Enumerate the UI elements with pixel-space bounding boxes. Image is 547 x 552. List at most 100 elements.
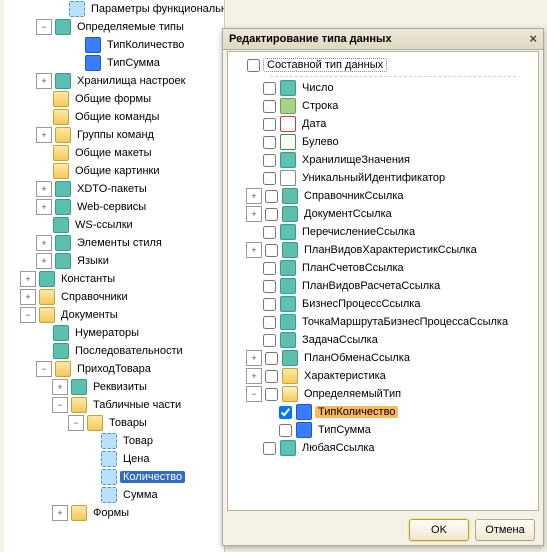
type-checkbox[interactable]	[263, 442, 276, 455]
expand-icon[interactable]: +	[246, 188, 262, 204]
tree-item[interactable]: +XDTO-пакеты	[4, 180, 224, 198]
tree-item[interactable]: +Хранилища настроек	[4, 72, 224, 90]
type-checkbox[interactable]	[263, 334, 276, 347]
type-checkbox[interactable]	[263, 136, 276, 149]
tree-item[interactable]: Параметры функциональных опций	[4, 0, 224, 18]
tree-item[interactable]: −Табличные части	[4, 396, 224, 414]
tree-item[interactable]: −ПриходТовара	[4, 360, 224, 378]
type-checkbox[interactable]	[263, 100, 276, 113]
type-checkbox[interactable]	[265, 244, 278, 257]
tree-item[interactable]: ТипСумма	[4, 54, 224, 72]
type-checkbox[interactable]	[265, 208, 278, 221]
collapse-icon[interactable]: −	[20, 307, 36, 323]
tree-item[interactable]: −Товары	[4, 414, 224, 432]
tree-item[interactable]: Товар	[4, 432, 224, 450]
expander-blank	[262, 423, 276, 437]
type-checkbox[interactable]	[265, 352, 278, 365]
expand-icon[interactable]: +	[246, 368, 262, 384]
tree-item[interactable]: −Документы	[4, 306, 224, 324]
expand-icon[interactable]: +	[36, 253, 52, 269]
expand-icon[interactable]: +	[36, 199, 52, 215]
type-item[interactable]: +Характеристика	[230, 367, 536, 385]
close-icon[interactable]: ×	[529, 29, 537, 49]
type-item[interactable]: +СправочникСсылка	[230, 187, 536, 205]
collapse-icon[interactable]: −	[36, 19, 52, 35]
type-item[interactable]: ЛюбаяСсылка	[230, 439, 536, 457]
expand-icon[interactable]: +	[246, 242, 262, 258]
type-item[interactable]: ТипСумма	[230, 421, 536, 439]
type-item[interactable]: −ОпределяемыйТип	[230, 385, 536, 403]
type-checkbox[interactable]	[263, 316, 276, 329]
composite-type-checkbox[interactable]	[247, 59, 260, 72]
type-checkbox[interactable]	[263, 280, 276, 293]
type-item[interactable]: ЗадачаСсылка	[230, 331, 536, 349]
cancel-button[interactable]: Отмена	[475, 519, 535, 541]
type-checkbox[interactable]	[265, 190, 278, 203]
type-checkbox[interactable]	[265, 388, 278, 401]
expand-icon[interactable]: +	[52, 379, 68, 395]
tree-item[interactable]: Общие команды	[4, 108, 224, 126]
type-checkbox[interactable]	[263, 226, 276, 239]
tree-item[interactable]: Количество	[4, 468, 224, 486]
collapse-icon[interactable]: −	[52, 397, 68, 413]
expand-icon[interactable]: +	[246, 350, 262, 366]
type-label: ТипСумма	[315, 424, 374, 436]
type-checkbox[interactable]	[263, 118, 276, 131]
type-item[interactable]: +ДокументСсылка	[230, 205, 536, 223]
tree-item[interactable]: Общие формы	[4, 90, 224, 108]
collapse-icon[interactable]: −	[246, 386, 262, 402]
configuration-tree[interactable]: Параметры функциональных опций−Определяе…	[4, 0, 225, 552]
tree-item[interactable]: −Определяемые типы	[4, 18, 224, 36]
type-checkbox[interactable]	[265, 370, 278, 383]
type-checkbox[interactable]	[279, 424, 292, 437]
collapse-icon[interactable]: −	[36, 361, 52, 377]
tree-item[interactable]: Цена	[4, 450, 224, 468]
type-tree[interactable]: ЧислоСтрокаДатаБулевоХранилищеЗначенияУн…	[230, 79, 536, 457]
type-item[interactable]: ХранилищеЗначения	[230, 151, 536, 169]
expand-icon[interactable]: +	[36, 235, 52, 251]
tree-item[interactable]: WS-ссылки	[4, 216, 224, 234]
tree-item[interactable]: +Языки	[4, 252, 224, 270]
tree-item[interactable]: +Справочники	[4, 288, 224, 306]
type-checkbox[interactable]	[263, 262, 276, 275]
expand-icon[interactable]: +	[36, 73, 52, 89]
tree-item[interactable]: Сумма	[4, 486, 224, 504]
type-item[interactable]: ТипКоличество	[230, 403, 536, 421]
type-checkbox[interactable]	[263, 82, 276, 95]
tree-item[interactable]: Нумераторы	[4, 324, 224, 342]
type-item[interactable]: Строка	[230, 97, 536, 115]
type-item[interactable]: Число	[230, 79, 536, 97]
type-checkbox[interactable]	[263, 154, 276, 167]
type-item[interactable]: ПеречислениеСсылка	[230, 223, 536, 241]
ok-button[interactable]: OK	[409, 519, 469, 541]
type-checkbox[interactable]	[279, 406, 292, 419]
tree-item[interactable]: Общие макеты	[4, 144, 224, 162]
type-checkbox[interactable]	[263, 172, 276, 185]
tree-item[interactable]: ТипКоличество	[4, 36, 224, 54]
tree-item[interactable]: +Константы	[4, 270, 224, 288]
expand-icon[interactable]: +	[52, 505, 68, 521]
tree-item[interactable]: +Web-сервисы	[4, 198, 224, 216]
expand-icon[interactable]: +	[36, 127, 52, 143]
expand-icon[interactable]: +	[36, 181, 52, 197]
tree-item[interactable]: +Группы команд	[4, 126, 224, 144]
expand-icon[interactable]: +	[20, 289, 36, 305]
tree-item[interactable]: Последовательности	[4, 342, 224, 360]
tree-item[interactable]: +Реквизиты	[4, 378, 224, 396]
expand-icon[interactable]: +	[246, 206, 262, 222]
type-checkbox[interactable]	[263, 298, 276, 311]
type-item[interactable]: Дата	[230, 115, 536, 133]
type-item[interactable]: УникальныйИдентификатор	[230, 169, 536, 187]
type-item[interactable]: БизнесПроцессСсылка	[230, 295, 536, 313]
tree-item[interactable]: +Формы	[4, 504, 224, 522]
tree-item[interactable]: +Элементы стиля	[4, 234, 224, 252]
type-item[interactable]: +ПланВидовХарактеристикСсылка	[230, 241, 536, 259]
collapse-icon[interactable]: −	[68, 415, 84, 431]
type-item[interactable]: ПланСчетовСсылка	[230, 259, 536, 277]
type-item[interactable]: Булево	[230, 133, 536, 151]
tree-item[interactable]: Общие картинки	[4, 162, 224, 180]
type-item[interactable]: +ПланОбменаСсылка	[230, 349, 536, 367]
type-item[interactable]: ПланВидовРасчетаСсылка	[230, 277, 536, 295]
expand-icon[interactable]: +	[20, 271, 36, 287]
type-item[interactable]: ТочкаМаршрутаБизнесПроцессаСсылка	[230, 313, 536, 331]
